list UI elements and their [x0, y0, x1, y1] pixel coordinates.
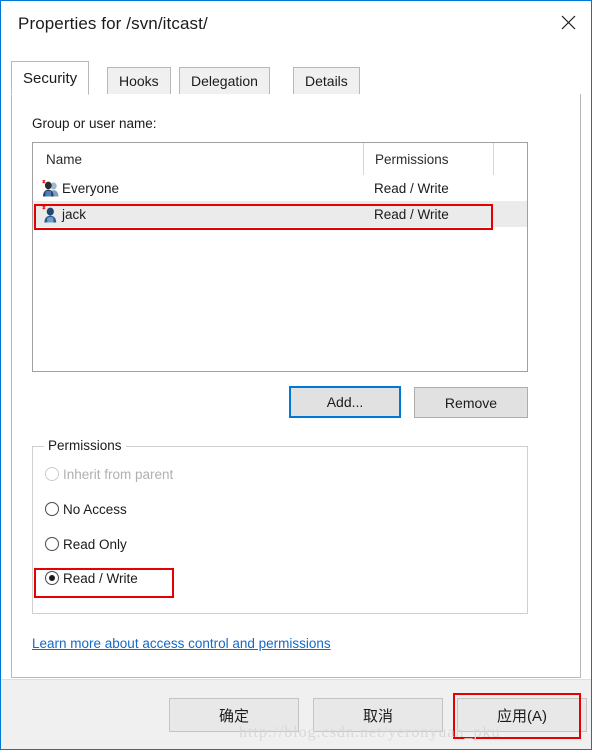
add-button[interactable]: Add... — [289, 386, 401, 418]
radio-label: No Access — [63, 501, 127, 517]
radio-indicator — [45, 571, 59, 585]
group-user-listview[interactable]: Name Permissions Everyone Read / Write j… — [32, 142, 528, 372]
radio-inherit-from-parent[interactable]: Inherit from parent — [45, 463, 173, 485]
permissions-groupbox: Permissions Inherit from parent No Acces… — [32, 438, 528, 614]
group-users-icon — [42, 179, 59, 196]
close-glyph — [561, 15, 575, 29]
dialog-footer: 确定 取消 应用(A) — [1, 679, 591, 749]
tab-delegation[interactable]: Delegation — [179, 67, 270, 95]
row-permission-cell: Read / Write — [374, 180, 449, 196]
permissions-group-label: Permissions — [44, 438, 126, 453]
column-header-spacer — [493, 143, 527, 175]
cancel-button[interactable]: 取消 — [313, 698, 443, 732]
radio-indicator — [45, 502, 59, 516]
single-user-icon — [42, 205, 57, 222]
remove-button[interactable]: Remove — [414, 387, 528, 418]
row-name-text: jack — [62, 206, 87, 222]
close-icon[interactable] — [545, 1, 591, 43]
radio-indicator — [45, 467, 59, 481]
radio-label: Inherit from parent — [63, 466, 174, 482]
radio-read-write[interactable]: Read / Write — [45, 567, 138, 589]
row-name-cell: Everyone — [33, 175, 119, 201]
radio-label: Read Only — [63, 536, 127, 552]
radio-label: Read / Write — [63, 570, 138, 586]
ok-button[interactable]: 确定 — [169, 698, 299, 732]
tab-hooks[interactable]: Hooks — [107, 67, 171, 95]
row-name-cell: jack — [33, 201, 86, 227]
radio-indicator — [45, 537, 59, 551]
security-tab-panel: Group or user name: Name Permissions Eve… — [11, 94, 581, 678]
row-name-text: Everyone — [62, 180, 120, 196]
table-row[interactable]: Everyone Read / Write — [33, 175, 527, 201]
column-header-permissions[interactable]: Permissions — [363, 143, 493, 175]
group-or-user-name-label: Group or user name: — [32, 116, 157, 131]
tab-details[interactable]: Details — [293, 67, 360, 95]
apply-button[interactable]: 应用(A) — [457, 698, 587, 732]
column-header-name[interactable]: Name — [33, 143, 363, 175]
radio-no-access[interactable]: No Access — [45, 498, 127, 520]
window-title: Properties for /svn/itcast/ — [18, 14, 208, 33]
table-row[interactable]: jack Read / Write — [33, 201, 527, 227]
listview-header: Name Permissions — [33, 143, 527, 175]
row-permission-cell: Read / Write — [374, 206, 449, 222]
tab-security[interactable]: Security — [11, 61, 90, 95]
radio-read-only[interactable]: Read Only — [45, 533, 127, 555]
title-bar: Properties for /svn/itcast/ — [1, 1, 591, 51]
learn-more-link[interactable]: Learn more about access control and perm… — [32, 636, 331, 651]
properties-dialog: Properties for /svn/itcast/ Security Hoo… — [0, 0, 592, 750]
tab-strip: Security Hooks Delegation Details — [11, 61, 581, 95]
